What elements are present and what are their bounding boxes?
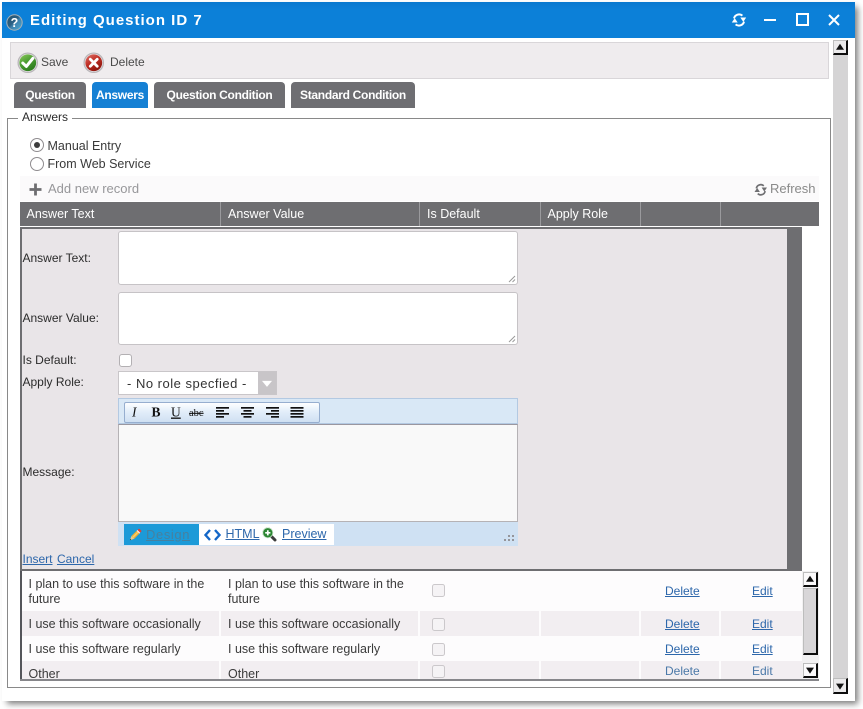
svg-text:B: B	[151, 404, 160, 419]
svg-text:U: U	[171, 404, 181, 419]
svg-text:abc: abc	[189, 408, 204, 419]
svg-text:I: I	[131, 404, 138, 419]
svg-text:?: ?	[11, 16, 19, 30]
